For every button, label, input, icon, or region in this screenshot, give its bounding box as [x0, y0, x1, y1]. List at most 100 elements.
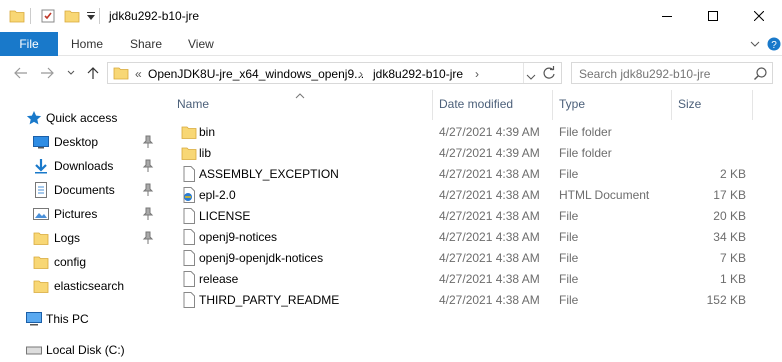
column-divider[interactable] — [432, 90, 433, 120]
breadcrumb-overflow[interactable]: « — [135, 67, 142, 81]
file-date: 4/27/2021 4:38 AM — [439, 251, 540, 265]
column-divider[interactable] — [552, 90, 553, 120]
nav-item-label: elasticsearch — [54, 279, 125, 293]
back-button[interactable] — [12, 64, 30, 82]
html-icon — [183, 187, 195, 203]
pin-icon[interactable] — [142, 207, 154, 221]
pin-icon[interactable] — [142, 183, 154, 197]
nav-documents[interactable]: Documents — [0, 178, 160, 202]
folder-icon — [9, 7, 25, 25]
file-type: HTML Document — [559, 188, 650, 202]
nav-local-disk[interactable]: Local Disk (C:) — [0, 338, 160, 362]
column-header-type[interactable]: Type — [559, 97, 585, 111]
search-input[interactable] — [579, 66, 749, 81]
file-row[interactable]: release 4/27/2021 4:38 AM File 1 KB — [176, 269, 776, 290]
forward-button[interactable] — [38, 64, 56, 82]
properties-icon[interactable] — [40, 7, 56, 25]
file-type: File — [559, 293, 579, 307]
column-header-size[interactable]: Size — [678, 97, 701, 111]
address-dropdown-icon[interactable] — [526, 69, 536, 83]
file-type: File folder — [559, 146, 612, 160]
file-type: File — [559, 230, 579, 244]
nav-item-label: Pictures — [54, 207, 98, 221]
file-icon — [183, 166, 195, 182]
file-row[interactable]: bin 4/27/2021 4:39 AM File folder — [176, 122, 776, 143]
star-icon — [26, 111, 42, 125]
file-row[interactable]: openj9-notices 4/27/2021 4:38 AM File 34… — [176, 227, 776, 248]
pin-icon[interactable] — [142, 159, 154, 173]
minimize-button[interactable] — [644, 0, 690, 32]
maximize-button[interactable] — [690, 0, 736, 32]
column-header-date[interactable]: Date modified — [439, 97, 513, 111]
file-date: 4/27/2021 4:38 AM — [439, 230, 540, 244]
file-type: File folder — [559, 125, 612, 139]
nav-this-pc[interactable]: This PC — [0, 307, 160, 331]
nav-elasticsearch[interactable]: elasticsearch — [0, 274, 160, 298]
file-name: openj9-notices — [199, 230, 278, 244]
file-list: Name Date modified Type Size bin 4/27/20… — [162, 90, 782, 350]
breadcrumb-segment[interactable]: OpenJDK8U-jre_x64_windows_openj9... — [148, 67, 364, 81]
nav-item-label: config — [54, 255, 87, 269]
tab-view[interactable]: View — [188, 37, 214, 51]
file-icon — [183, 229, 195, 245]
folder-icon — [33, 280, 49, 293]
tab-home[interactable]: Home — [71, 37, 103, 51]
nav-quick-access[interactable]: Quick access — [0, 106, 160, 130]
file-row[interactable]: THIRD_PARTY_README 4/27/2021 4:38 AM Fil… — [176, 290, 776, 311]
file-type: File — [559, 209, 579, 223]
nav-desktop[interactable]: Desktop — [0, 130, 160, 154]
navigation-pane: Quick access Desktop Downloads Documents… — [0, 90, 160, 357]
file-name: LICENSE — [199, 209, 251, 223]
file-tab[interactable]: File — [0, 32, 58, 56]
nav-logs[interactable]: Logs — [0, 226, 160, 250]
nav-item-label: Quick access — [46, 111, 118, 125]
file-size: 152 KB — [706, 293, 746, 307]
nav-item-label: Local Disk (C:) — [46, 343, 125, 357]
help-icon[interactable]: ? — [766, 36, 782, 52]
pin-icon[interactable] — [142, 135, 154, 149]
folder-icon — [181, 147, 197, 160]
ribbon-tabs: File Home Share View ? — [0, 32, 782, 56]
file-row[interactable]: ASSEMBLY_EXCEPTION 4/27/2021 4:38 AM Fil… — [176, 164, 776, 185]
svg-text:?: ? — [771, 40, 777, 51]
column-divider[interactable] — [671, 90, 672, 120]
documents-icon — [35, 182, 47, 198]
desktop-icon — [33, 136, 49, 149]
refresh-icon[interactable] — [542, 66, 556, 83]
chevron-right-icon[interactable]: › — [475, 67, 479, 81]
new-folder-icon[interactable] — [64, 7, 80, 25]
nav-downloads[interactable]: Downloads — [0, 154, 160, 178]
separator — [30, 7, 31, 25]
close-button[interactable] — [736, 0, 782, 32]
search-icon — [754, 67, 767, 83]
file-row[interactable]: openj9-openjdk-notices 4/27/2021 4:38 AM… — [176, 248, 776, 269]
file-icon — [183, 250, 195, 266]
recent-locations-icon[interactable] — [62, 64, 80, 82]
file-row[interactable]: epl-2.0 4/27/2021 4:38 AM HTML Document … — [176, 185, 776, 206]
file-row[interactable]: lib 4/27/2021 4:39 AM File folder — [176, 143, 776, 164]
separator — [523, 63, 524, 83]
breadcrumb-segment[interactable]: jdk8u292-b10-jre — [373, 67, 463, 81]
customize-qat-icon[interactable] — [86, 7, 96, 25]
address-bar[interactable]: « OpenJDK8U-jre_x64_windows_openj9... › … — [107, 62, 562, 84]
pc-icon — [26, 312, 42, 326]
file-type: File — [559, 167, 579, 181]
nav-item-label: This PC — [46, 312, 89, 326]
column-divider[interactable] — [752, 90, 753, 120]
file-size: 1 KB — [719, 272, 746, 286]
nav-pictures[interactable]: Pictures — [0, 202, 160, 226]
chevron-right-icon[interactable]: › — [359, 67, 363, 81]
folder-icon — [113, 67, 129, 80]
file-size: 2 KB — [719, 167, 746, 181]
nav-config[interactable]: config — [0, 250, 160, 274]
expand-ribbon-icon[interactable] — [747, 36, 763, 52]
file-date: 4/27/2021 4:39 AM — [439, 125, 540, 139]
file-row[interactable]: LICENSE 4/27/2021 4:38 AM File 20 KB — [176, 206, 776, 227]
search-box[interactable] — [571, 62, 773, 84]
column-header-name[interactable]: Name — [177, 97, 209, 111]
nav-item-label: Downloads — [54, 159, 114, 173]
up-button[interactable] — [84, 64, 102, 82]
tab-share[interactable]: Share — [130, 37, 162, 51]
pin-icon[interactable] — [142, 231, 154, 245]
file-name: ASSEMBLY_EXCEPTION — [199, 167, 339, 181]
